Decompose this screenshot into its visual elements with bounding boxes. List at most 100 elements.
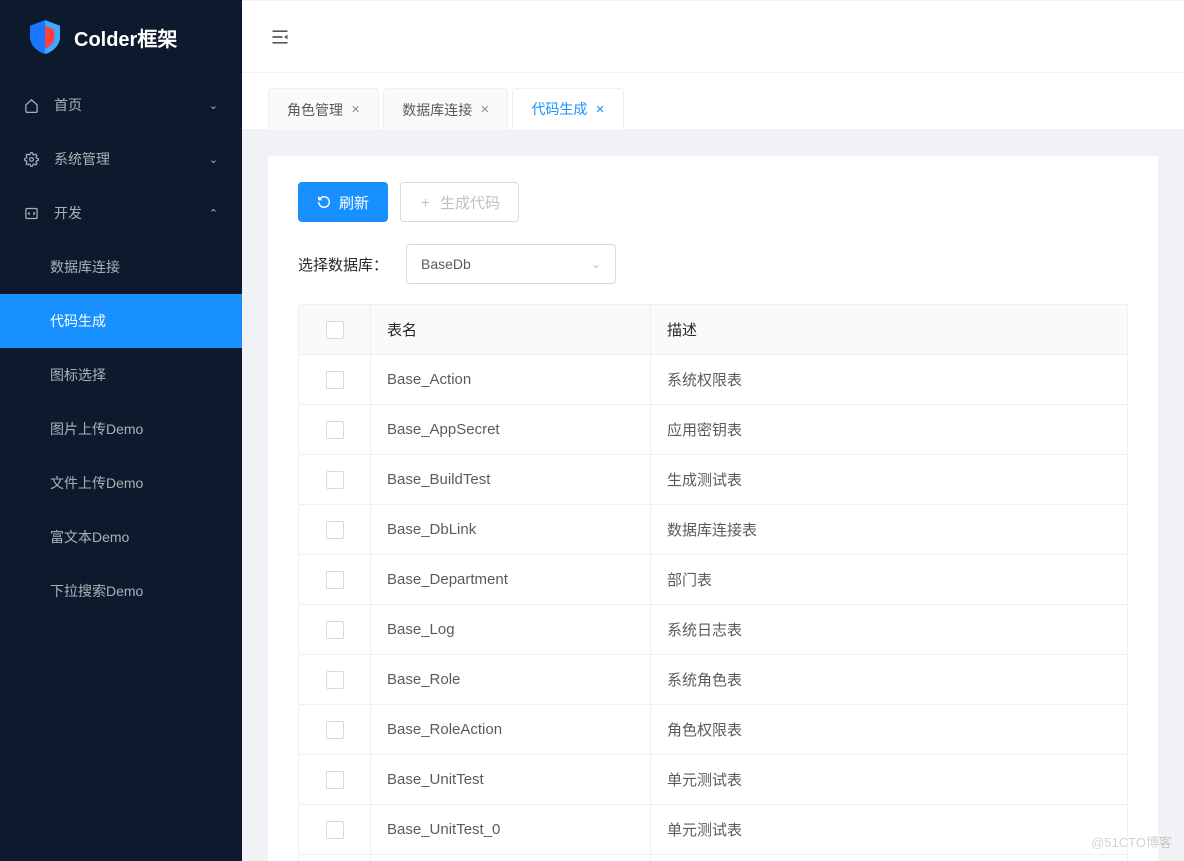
- generate-code-button[interactable]: 生成代码: [400, 182, 519, 222]
- table-row: Base_UnitTest_0单元测试表: [299, 805, 1127, 855]
- table-header: 表名 描述: [299, 305, 1127, 355]
- sidebar-item-dev-4[interactable]: 文件上传Demo: [0, 456, 242, 510]
- sidebar-item-label: 图片上传Demo: [50, 419, 143, 439]
- panel: 刷新 生成代码 选择数据库： BaseDb ⌄: [268, 156, 1158, 861]
- row-checkbox[interactable]: [326, 621, 344, 639]
- cell-table-desc: 单元测试表: [651, 805, 1127, 854]
- cell-table-desc: 单元测试表: [651, 855, 1127, 861]
- sidebar-item-label: 数据库连接: [50, 257, 120, 277]
- tab-2[interactable]: 代码生成 ✕: [512, 88, 623, 130]
- row-checkbox[interactable]: [326, 421, 344, 439]
- table-row: Base_Action系统权限表: [299, 355, 1127, 405]
- cell-table-desc: 应用密钥表: [651, 405, 1127, 454]
- menu: 首页 ⌄ 系统管理 ⌄ 开发 ⌃ 数据库连接代码生成图标选择图片上传Demo 文件…: [0, 78, 242, 861]
- row-checkbox[interactable]: [326, 521, 344, 539]
- table-row: Base_Log系统日志表: [299, 605, 1127, 655]
- menu-label: 开发: [54, 203, 82, 223]
- app-name: Colder框架: [74, 23, 177, 52]
- cell-table-name: Base_BuildTest: [371, 455, 651, 504]
- sidebar-item-dev-1[interactable]: 代码生成: [0, 294, 242, 348]
- row-checkbox[interactable]: [326, 721, 344, 739]
- gear-icon: [24, 152, 48, 167]
- tab-label: 角色管理: [287, 100, 343, 120]
- sidebar-item-dev-3[interactable]: 图片上传Demo: [0, 402, 242, 456]
- close-icon[interactable]: ✕: [595, 103, 604, 116]
- chevron-down-icon: ⌄: [209, 99, 218, 112]
- sidebar: Colder框架 首页 ⌄ 系统管理 ⌄ 开发: [0, 0, 242, 861]
- menu-dev[interactable]: 开发 ⌃: [0, 186, 242, 240]
- plus-icon: [419, 196, 432, 209]
- table-row: Base_UnitTest单元测试表: [299, 755, 1127, 805]
- cell-table-desc: 系统角色表: [651, 655, 1127, 704]
- table-row: Base_UnitTest_1单元测试表: [299, 855, 1127, 861]
- cell-table-name: Base_Action: [371, 355, 651, 404]
- database-select[interactable]: BaseDb ⌄: [406, 244, 616, 284]
- cell-table-name: Base_RoleAction: [371, 705, 651, 754]
- column-header-desc: 描述: [651, 305, 1127, 354]
- filter-label: 选择数据库：: [298, 254, 388, 275]
- cell-table-name: Base_UnitTest: [371, 755, 651, 804]
- logo-shield-icon: [30, 20, 60, 54]
- logo[interactable]: Colder框架: [0, 0, 242, 78]
- menu-fold-button[interactable]: [270, 27, 290, 47]
- cell-table-name: Base_UnitTest_1: [371, 855, 651, 861]
- close-icon[interactable]: ✕: [480, 103, 489, 116]
- table-row: Base_Role系统角色表: [299, 655, 1127, 705]
- menu-label: 首页: [54, 95, 82, 115]
- column-header-name: 表名: [371, 305, 651, 354]
- tab-1[interactable]: 数据库连接 ✕: [383, 88, 508, 130]
- topbar: [242, 1, 1184, 73]
- row-checkbox[interactable]: [326, 571, 344, 589]
- chevron-down-icon: ⌄: [591, 257, 601, 271]
- sidebar-item-dev-0[interactable]: 数据库连接: [0, 240, 242, 294]
- sidebar-item-dev-2[interactable]: 图标选择: [0, 348, 242, 402]
- sidebar-item-label: 富文本Demo: [50, 527, 129, 547]
- cell-table-desc: 系统日志表: [651, 605, 1127, 654]
- cell-table-desc: 部门表: [651, 555, 1127, 604]
- content: 刷新 生成代码 选择数据库： BaseDb ⌄: [242, 130, 1184, 861]
- row-checkbox[interactable]: [326, 371, 344, 389]
- table-row: Base_AppSecret应用密钥表: [299, 405, 1127, 455]
- menu-home[interactable]: 首页 ⌄: [0, 78, 242, 132]
- button-label: 刷新: [339, 192, 369, 213]
- sidebar-item-dev-6[interactable]: 下拉搜索Demo: [0, 564, 242, 618]
- row-checkbox[interactable]: [326, 771, 344, 789]
- row-checkbox[interactable]: [326, 821, 344, 839]
- row-checkbox[interactable]: [326, 471, 344, 489]
- cell-table-name: Base_Department: [371, 555, 651, 604]
- table-row: Base_BuildTest生成测试表: [299, 455, 1127, 505]
- table-row: Base_DbLink数据库连接表: [299, 505, 1127, 555]
- sidebar-item-dev-5[interactable]: 富文本Demo: [0, 510, 242, 564]
- sidebar-item-label: 文件上传Demo: [50, 473, 143, 493]
- cell-table-name: Base_DbLink: [371, 505, 651, 554]
- tab-label: 代码生成: [531, 99, 587, 119]
- menu-system[interactable]: 系统管理 ⌄: [0, 132, 242, 186]
- tab-0[interactable]: 角色管理 ✕: [268, 88, 379, 130]
- home-icon: [24, 98, 48, 113]
- main: 角色管理✕数据库连接✕代码生成✕ 刷新 生成代码 选择数据库： Ba: [242, 0, 1184, 861]
- refresh-button[interactable]: 刷新: [298, 182, 388, 222]
- button-label: 生成代码: [440, 192, 500, 213]
- action-bar: 刷新 生成代码: [298, 182, 1128, 222]
- sidebar-item-label: 图标选择: [50, 365, 106, 385]
- table: 表名 描述 Base_Action系统权限表Base_AppSecret应用密钥…: [298, 304, 1128, 861]
- cell-table-name: Base_Role: [371, 655, 651, 704]
- table-row: Base_Department部门表: [299, 555, 1127, 605]
- cell-table-desc: 生成测试表: [651, 455, 1127, 504]
- close-icon[interactable]: ✕: [351, 103, 360, 116]
- cell-table-name: Base_Log: [371, 605, 651, 654]
- sidebar-item-label: 下拉搜索Demo: [50, 581, 143, 601]
- chevron-up-icon: ⌃: [209, 207, 218, 220]
- row-checkbox[interactable]: [326, 671, 344, 689]
- cell-table-name: Base_UnitTest_0: [371, 805, 651, 854]
- code-icon: [24, 206, 48, 221]
- cell-table-desc: 单元测试表: [651, 755, 1127, 804]
- tab-label: 数据库连接: [402, 100, 472, 120]
- table-row: Base_RoleAction角色权限表: [299, 705, 1127, 755]
- filter-row: 选择数据库： BaseDb ⌄: [298, 244, 1128, 284]
- select-all-checkbox[interactable]: [326, 321, 344, 339]
- watermark: @51CTO博客: [1091, 832, 1172, 851]
- cell-table-name: Base_AppSecret: [371, 405, 651, 454]
- cell-table-desc: 数据库连接表: [651, 505, 1127, 554]
- refresh-icon: [317, 195, 331, 209]
